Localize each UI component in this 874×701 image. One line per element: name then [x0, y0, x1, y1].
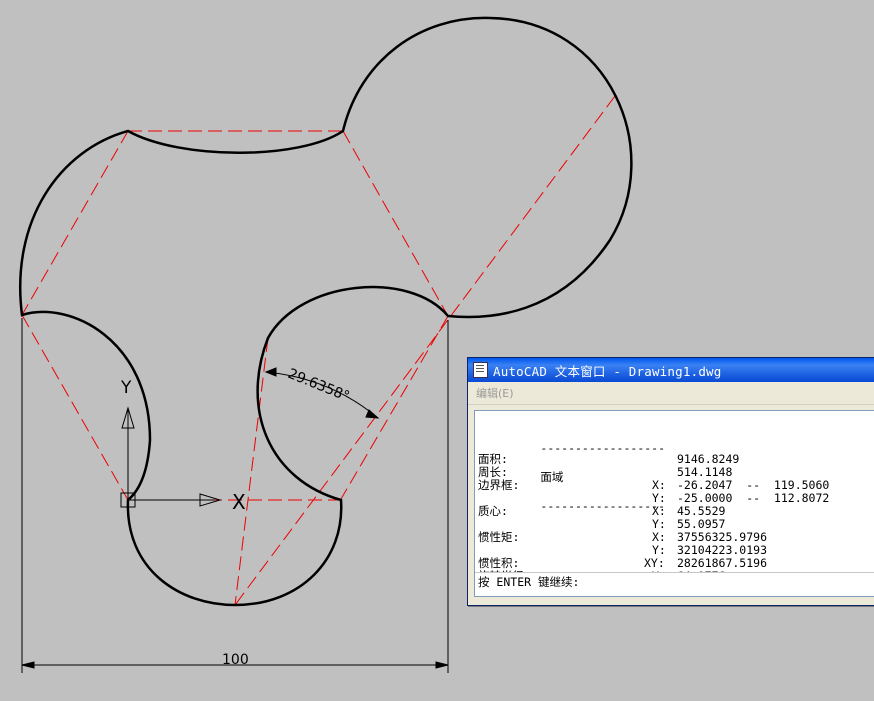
heading-rule-right: ------------------: [540, 499, 666, 513]
menu-edit[interactable]: 编辑(E): [476, 385, 514, 401]
property-label: 质心:: [478, 504, 508, 518]
window-titlebar[interactable]: AutoCAD 文本窗口 - Drawing1.dwg: [468, 358, 874, 382]
construction-line: [340, 315, 449, 500]
arrowhead: [21, 661, 35, 669]
heading-title: 面域: [540, 470, 564, 484]
arrowhead: [435, 661, 449, 669]
menu-bar: 编辑(E): [468, 382, 874, 405]
ucs-x-label: X: [232, 490, 246, 514]
arrowhead: [264, 367, 277, 377]
command-prompt[interactable]: 按 ENTER 键继续:: [475, 572, 874, 591]
dimension-label: 100: [222, 652, 249, 668]
property-label: 惯性矩:: [478, 530, 520, 544]
window-title: AutoCAD 文本窗口 - Drawing1.dwg: [493, 363, 722, 379]
property-label: 边界框:: [478, 478, 520, 492]
angle-label: 29.6358°: [286, 366, 352, 405]
output-scroll-region: ------------------ 面域 ------------------…: [475, 411, 874, 572]
ucs-y-label: Y: [120, 378, 132, 398]
section-heading: ------------------ 面域 ------------------: [485, 427, 665, 527]
arrowhead: [365, 409, 380, 419]
construction-line: [234, 337, 269, 606]
text-window-icon: [473, 362, 488, 378]
text-output-area[interactable]: ------------------ 面域 ------------------…: [474, 410, 874, 597]
heading-rule-left: ------------------: [540, 441, 666, 455]
autocad-text-window[interactable]: AutoCAD 文本窗口 - Drawing1.dwg 编辑(E) ------…: [467, 357, 874, 606]
